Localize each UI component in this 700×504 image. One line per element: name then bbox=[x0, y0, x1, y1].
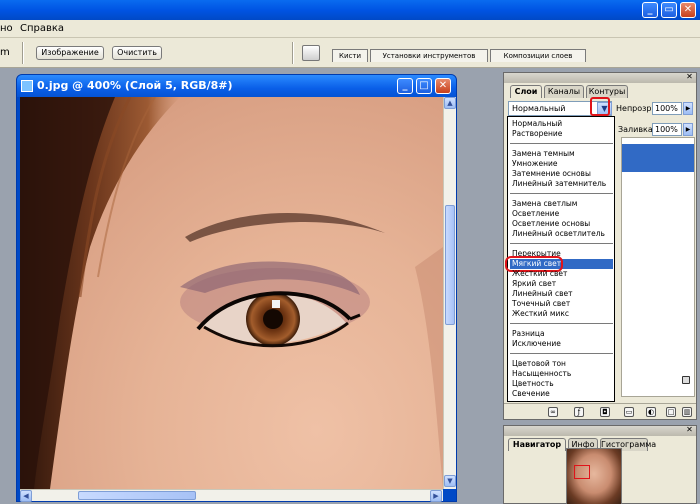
opacity-arrow-icon[interactable]: ▶ bbox=[683, 102, 693, 115]
blend-option[interactable]: Цветовой тон bbox=[510, 359, 613, 369]
blend-option[interactable]: Осветление bbox=[510, 209, 613, 219]
image-button[interactable]: Изображение bbox=[36, 46, 104, 60]
blend-option[interactable]: Замена темным bbox=[510, 149, 613, 159]
clear-button[interactable]: Очистить bbox=[112, 46, 162, 60]
blend-option[interactable]: Затемнение основы bbox=[510, 169, 613, 179]
blend-option[interactable]: Линейный свет bbox=[510, 289, 613, 299]
image-canvas[interactable] bbox=[20, 97, 443, 489]
tab-channels[interactable]: Каналы bbox=[544, 85, 584, 98]
fill-label: Заливка: bbox=[618, 125, 656, 134]
dropdown-separator bbox=[510, 193, 613, 194]
close-icon[interactable]: ✕ bbox=[680, 2, 696, 18]
dropdown-separator bbox=[510, 143, 613, 144]
options-label: m bbox=[0, 47, 10, 58]
blend-mode-dropdown[interactable]: Нормальный Растворение Замена темным Умноже… bbox=[505, 116, 615, 402]
trash-icon[interactable]: ▥ bbox=[682, 407, 692, 417]
palette-close-icon[interactable]: ✕ bbox=[685, 73, 694, 82]
layer-style-icon[interactable]: ƒ bbox=[574, 407, 584, 417]
fill-input[interactable]: 100% bbox=[652, 123, 682, 136]
tab-layers[interactable]: Слои bbox=[510, 85, 542, 98]
lock-icon bbox=[682, 376, 690, 384]
new-layer-icon[interactable]: □ bbox=[666, 407, 676, 417]
blend-option[interactable]: Исключение bbox=[510, 339, 613, 349]
blend-option[interactable]: Растворение bbox=[510, 129, 613, 139]
navigator-thumbnail[interactable] bbox=[566, 448, 622, 504]
document-window: 0.jpg @ 400% (Слой 5, RGB/8#) _ □ ✕ ▲ ▼ … bbox=[16, 74, 457, 502]
blend-option[interactable]: Жесткий свет bbox=[510, 269, 613, 279]
options-separator-2 bbox=[292, 42, 294, 64]
blend-option[interactable]: Замена светлым bbox=[510, 199, 613, 209]
layers-list[interactable] bbox=[621, 137, 695, 397]
blend-option[interactable]: Жесткий микс bbox=[510, 309, 613, 319]
navigator-view-box[interactable] bbox=[574, 465, 590, 479]
opacity-input[interactable]: 100% bbox=[652, 102, 682, 115]
layer-row-selected[interactable] bbox=[622, 144, 694, 172]
horizontal-scrollbar[interactable]: ◀ ▶ bbox=[20, 489, 443, 502]
menubar: но Справка bbox=[0, 20, 700, 38]
blend-mode-value: Нормальный bbox=[512, 104, 566, 113]
blend-option[interactable]: Линейный осветлитель bbox=[510, 229, 613, 239]
menu-item-help[interactable]: Справка bbox=[20, 23, 64, 34]
blend-option[interactable]: Умножение bbox=[510, 159, 613, 169]
layers-palette-footer: ∞ ƒ ◘ ▭ ◐ □ ▥ bbox=[504, 403, 696, 419]
opacity-label: Непрозр.: bbox=[616, 104, 657, 113]
blend-option[interactable]: Линейный затемнитель bbox=[510, 179, 613, 189]
menu-item-window[interactable]: но bbox=[0, 23, 13, 34]
doc-close-icon[interactable]: ✕ bbox=[435, 78, 451, 94]
doc-maximize-icon[interactable]: □ bbox=[416, 78, 432, 94]
navigator-close-icon[interactable]: ✕ bbox=[685, 426, 694, 435]
well-tab-layer-comps[interactable]: Композиции слоев bbox=[490, 49, 586, 62]
restore-icon[interactable]: ▭ bbox=[661, 2, 677, 18]
portrait-image bbox=[20, 97, 443, 489]
minimize-icon[interactable]: _ bbox=[642, 2, 658, 18]
new-group-icon[interactable]: ▭ bbox=[624, 407, 634, 417]
well-tab-brushes[interactable]: Кисти bbox=[332, 49, 368, 62]
scroll-down-icon[interactable]: ▼ bbox=[444, 475, 456, 487]
layer-mask-icon[interactable]: ◘ bbox=[600, 407, 610, 417]
dropdown-separator bbox=[510, 353, 613, 354]
scroll-left-icon[interactable]: ◀ bbox=[20, 490, 32, 502]
palette-well-icon[interactable] bbox=[302, 45, 320, 61]
blend-option[interactable]: Нормальный bbox=[510, 119, 613, 129]
blend-option[interactable]: Осветление основы bbox=[510, 219, 613, 229]
tab-navigator[interactable]: Навигатор bbox=[508, 438, 566, 451]
scroll-up-icon[interactable]: ▲ bbox=[444, 97, 456, 109]
navigator-palette-header[interactable]: ✕ bbox=[504, 426, 696, 436]
vertical-scrollbar[interactable]: ▲ ▼ bbox=[443, 97, 456, 489]
blend-option[interactable]: Насыщенность bbox=[510, 369, 613, 379]
blend-option[interactable]: Яркий свет bbox=[510, 279, 613, 289]
blend-option[interactable]: Разница bbox=[510, 329, 613, 339]
document-titlebar[interactable]: 0.jpg @ 400% (Слой 5, RGB/8#) _ □ ✕ bbox=[17, 75, 456, 97]
document-title: 0.jpg @ 400% (Слой 5, RGB/8#) bbox=[37, 79, 233, 92]
document-icon bbox=[21, 80, 33, 92]
options-separator bbox=[22, 42, 24, 64]
horizontal-scroll-thumb[interactable] bbox=[78, 491, 196, 500]
well-tab-tool-presets[interactable]: Установки инструментов bbox=[370, 49, 488, 62]
layers-palette-header[interactable]: ✕ bbox=[504, 73, 696, 83]
dropdown-arrow-callout bbox=[590, 97, 610, 116]
options-bar: m Изображение Очистить Кисти Установки и… bbox=[0, 38, 700, 68]
blend-option[interactable]: Цветность bbox=[510, 379, 613, 389]
navigator-palette: ✕ Навигатор Инфо Гистограмма bbox=[503, 425, 697, 504]
fill-arrow-icon[interactable]: ▶ bbox=[683, 123, 693, 136]
link-icon[interactable]: ∞ bbox=[548, 407, 558, 417]
scroll-right-icon[interactable]: ▶ bbox=[430, 490, 442, 502]
dropdown-separator bbox=[510, 323, 613, 324]
adjustment-layer-icon[interactable]: ◐ bbox=[646, 407, 656, 417]
app-titlebar: _ ▭ ✕ bbox=[0, 0, 700, 20]
blend-option[interactable]: Свечение bbox=[510, 389, 613, 399]
dropdown-separator bbox=[510, 243, 613, 244]
vertical-scroll-thumb[interactable] bbox=[445, 205, 455, 325]
blend-option[interactable]: Точечный свет bbox=[510, 299, 613, 309]
doc-minimize-icon[interactable]: _ bbox=[397, 78, 413, 94]
